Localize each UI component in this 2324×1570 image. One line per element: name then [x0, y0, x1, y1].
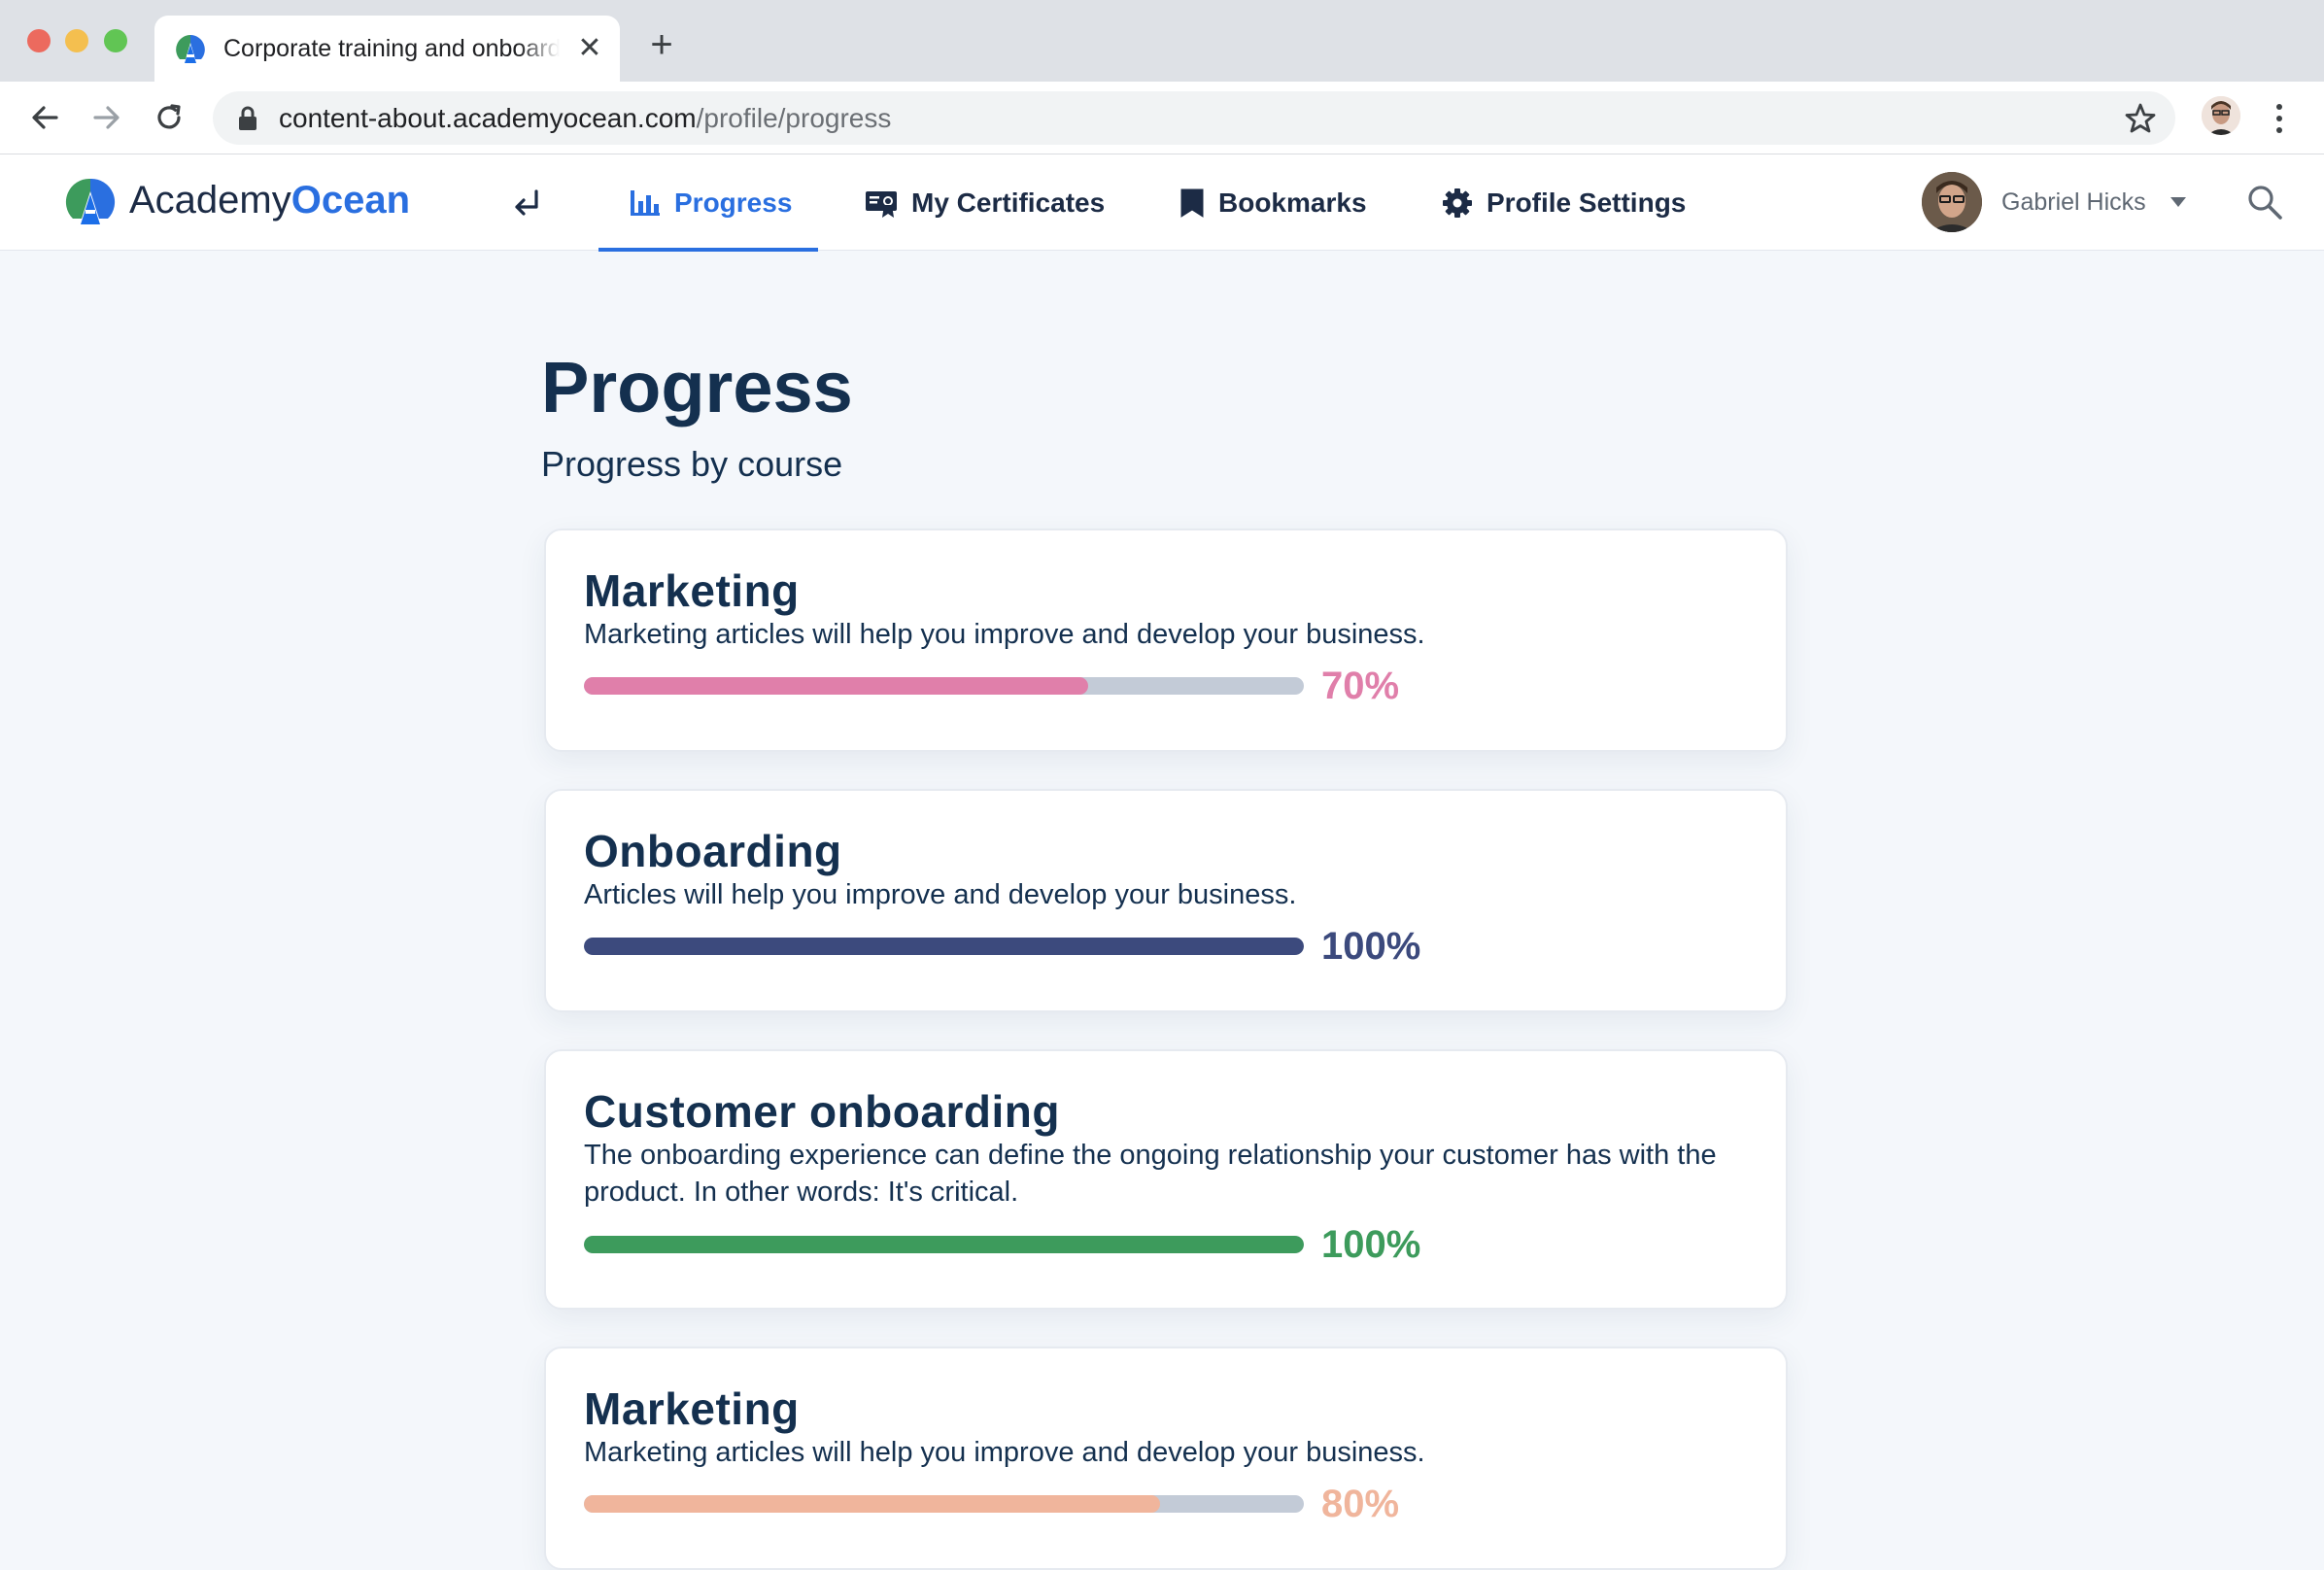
progress-percent: 100% [1321, 1223, 1421, 1266]
progress-bar [584, 1495, 1304, 1513]
logo-academy: Academy [129, 179, 291, 222]
course-description: The onboarding experience can define the… [584, 1140, 1717, 1208]
nav-progress[interactable]: Progress [630, 182, 792, 224]
course-description: Marketing articles will help you improve… [584, 619, 1425, 650]
search-icon[interactable] [2246, 184, 2283, 221]
course-title: Marketing [584, 1383, 800, 1434]
person-icon [2202, 96, 2240, 135]
url-text: content-about.academyocean.com/profile/p… [279, 102, 891, 135]
course-title: Marketing [584, 565, 800, 616]
course-card[interactable]: Onboarding Articles will help you improv… [544, 789, 1788, 1012]
window-close-button[interactable] [27, 29, 51, 52]
course-card[interactable]: Customer onboarding The onboarding exper… [544, 1049, 1788, 1310]
progress-percent: 80% [1321, 1483, 1400, 1525]
bookmark-icon [1180, 188, 1204, 218]
page-title: Progress [541, 347, 853, 427]
gear-icon [1443, 188, 1472, 218]
back-arrow-icon[interactable] [26, 99, 63, 136]
logo-text[interactable]: AcademyOcean [129, 176, 410, 224]
user-avatar[interactable] [1922, 172, 1982, 232]
active-tab-indicator [598, 248, 818, 252]
tab-title: Corporate training and onboarding [223, 35, 560, 62]
progress-fill [584, 1495, 1160, 1513]
browser-profile-avatar[interactable] [2202, 96, 2240, 135]
nav-bookmarks[interactable]: Bookmarks [1179, 182, 1367, 224]
lock-icon [239, 106, 256, 130]
academyocean-favicon-icon [176, 35, 205, 63]
caret-down-icon[interactable] [2169, 196, 2188, 208]
site-header: AcademyOcean Progress My Certificates Bo… [0, 154, 2324, 252]
url-host: content-about.academyocean.com [279, 103, 697, 133]
nav-profile-settings-label: Profile Settings [1487, 188, 1687, 218]
progress-bar [584, 938, 1304, 955]
nav-bookmarks-label: Bookmarks [1218, 188, 1367, 218]
tab-close-icon[interactable]: ✕ [574, 33, 605, 64]
progress-bar [584, 677, 1304, 695]
browser-tab[interactable]: Corporate training and onboarding ✕ [154, 16, 620, 82]
progress-bar [584, 1236, 1304, 1253]
window-maximize-button[interactable] [104, 29, 127, 52]
logo-ocean: Ocean [290, 179, 411, 222]
course-card[interactable]: Marketing Marketing articles will help y… [544, 529, 1788, 752]
page-subtitle: Progress by course [541, 444, 843, 484]
address-bar[interactable]: content-about.academyocean.com/profile/p… [213, 91, 2175, 145]
academyocean-logo-icon[interactable] [64, 176, 117, 228]
nav-my-certificates[interactable]: My Certificates [865, 182, 1105, 224]
bar-chart-icon [631, 190, 660, 216]
nav-progress-label: Progress [674, 188, 793, 218]
forward-arrow-icon[interactable] [88, 99, 125, 136]
course-card[interactable]: Marketing Marketing articles will help y… [544, 1347, 1788, 1570]
browser-tab-strip: Corporate training and onboarding ✕ + [0, 0, 2324, 82]
certificate-icon [866, 191, 897, 218]
window-minimize-button[interactable] [65, 29, 88, 52]
progress-fill [584, 1236, 1304, 1253]
nav-profile-settings[interactable]: Profile Settings [1442, 182, 1686, 224]
course-description: Articles will help you improve and devel… [584, 879, 1297, 910]
return-arrow-icon[interactable] [507, 184, 546, 222]
progress-percent: 100% [1321, 925, 1421, 968]
progress-fill [584, 677, 1088, 695]
browser-menu-icon[interactable] [2270, 101, 2289, 136]
new-tab-button[interactable]: + [644, 25, 679, 64]
nav-my-certificates-label: My Certificates [911, 188, 1106, 218]
bookmark-star-icon[interactable] [2124, 102, 2157, 135]
progress-fill [584, 938, 1304, 955]
url-path: /profile/progress [696, 103, 892, 133]
user-name[interactable]: Gabriel Hicks [2001, 186, 2146, 219]
course-title: Onboarding [584, 826, 842, 876]
person-photo-icon [1922, 172, 1982, 232]
course-title: Customer onboarding [584, 1086, 1060, 1137]
browser-toolbar: content-about.academyocean.com/profile/p… [0, 82, 2324, 154]
reload-icon[interactable] [151, 99, 188, 136]
progress-percent: 70% [1321, 665, 1400, 707]
course-description: Marketing articles will help you improve… [584, 1437, 1425, 1468]
